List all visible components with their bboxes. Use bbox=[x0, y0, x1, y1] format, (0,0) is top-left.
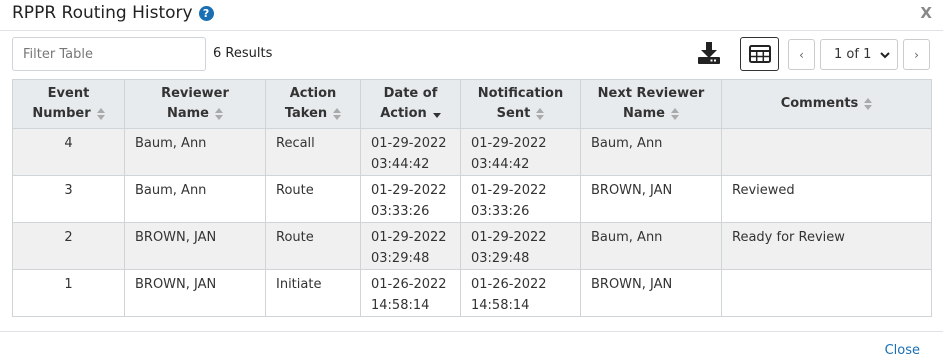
cell-reviewer-name: Baum, Ann bbox=[124, 175, 266, 223]
cell-action-taken: Route bbox=[265, 175, 361, 223]
column-header-reviewer-name[interactable]: Reviewer Name bbox=[124, 79, 266, 129]
cell-reviewer-name: BROWN, JAN bbox=[124, 222, 266, 270]
modal-header: RPPR Routing History ? X bbox=[0, 0, 943, 31]
sort-icon bbox=[333, 107, 342, 120]
cell-reviewer-name: Baum, Ann bbox=[124, 128, 266, 176]
column-header-action-taken[interactable]: Action Taken bbox=[265, 79, 361, 129]
modal-title: RPPR Routing History ? bbox=[12, 3, 214, 23]
chevron-left-icon: ‹ bbox=[799, 47, 804, 62]
cell-comments bbox=[721, 128, 932, 176]
close-icon[interactable]: X bbox=[920, 4, 932, 22]
next-page-button[interactable]: › bbox=[903, 39, 930, 70]
cell-notification-sent: 01-29-2022 03:44:42 bbox=[460, 128, 581, 176]
cell-event-number: 1 bbox=[12, 269, 125, 317]
cell-event-number: 3 bbox=[12, 175, 125, 223]
page-select[interactable]: 1 of 1 bbox=[820, 39, 898, 70]
table-row: 4 Baum, Ann Recall 01-29-2022 03:44:42 01… bbox=[12, 128, 932, 176]
close-button[interactable]: Close bbox=[885, 343, 920, 358]
cell-notification-sent: 01-26-2022 14:58:14 bbox=[460, 269, 581, 317]
sort-icon bbox=[536, 107, 545, 120]
cell-next-reviewer-name: BROWN, JAN bbox=[580, 269, 722, 317]
cell-reviewer-name: BROWN, JAN bbox=[124, 269, 266, 317]
page-select-value: 1 of 1 bbox=[834, 47, 872, 62]
column-header-comments[interactable]: Comments bbox=[721, 79, 932, 129]
sort-icon bbox=[864, 97, 873, 110]
cell-comments: Ready for Review bbox=[721, 222, 932, 270]
cell-next-reviewer-name: Baum, Ann bbox=[580, 128, 722, 176]
cell-comments: Reviewed bbox=[721, 175, 932, 223]
cell-event-number: 4 bbox=[12, 128, 125, 176]
routing-history-table: Event Number Reviewer Name Action Taken … bbox=[12, 79, 932, 317]
previous-page-button[interactable]: ‹ bbox=[788, 39, 815, 70]
sort-descending-icon bbox=[432, 112, 441, 118]
table-header-row: Event Number Reviewer Name Action Taken … bbox=[12, 79, 932, 129]
cell-comments bbox=[721, 269, 932, 317]
chevron-right-icon: › bbox=[914, 47, 919, 62]
column-chooser-button[interactable] bbox=[740, 37, 779, 71]
table-row: 3 Baum, Ann Route 01-29-2022 03:33:26 01-… bbox=[12, 175, 932, 223]
question-circle-icon[interactable]: ? bbox=[198, 5, 214, 21]
table-toolbar: 6 Results ‹ 1 of 1 › bbox=[0, 37, 943, 73]
table-row: 2 BROWN, JAN Route 01-29-2022 03:29:48 01… bbox=[12, 222, 932, 270]
cell-date-of-action: 01-26-2022 14:58:14 bbox=[360, 269, 461, 317]
cell-action-taken: Initiate bbox=[265, 269, 361, 317]
column-header-date-of-action[interactable]: Date of Action bbox=[360, 79, 461, 129]
cell-notification-sent: 01-29-2022 03:33:26 bbox=[460, 175, 581, 223]
page-title: RPPR Routing History bbox=[12, 3, 193, 23]
results-count: 6 Results bbox=[213, 46, 273, 61]
sort-icon bbox=[215, 107, 223, 120]
table-row: 1 BROWN, JAN Initiate 01-26-2022 14:58:14… bbox=[12, 269, 932, 317]
table-columns-icon bbox=[748, 45, 771, 63]
cell-action-taken: Route bbox=[265, 222, 361, 270]
download-icon[interactable] bbox=[696, 40, 722, 66]
sort-icon bbox=[96, 107, 105, 120]
cell-date-of-action: 01-29-2022 03:33:26 bbox=[360, 175, 461, 223]
cell-event-number: 2 bbox=[12, 222, 125, 270]
column-header-event-number[interactable]: Event Number bbox=[12, 79, 125, 129]
cell-date-of-action: 01-29-2022 03:29:48 bbox=[360, 222, 461, 270]
cell-next-reviewer-name: Baum, Ann bbox=[580, 222, 722, 270]
cell-next-reviewer-name: BROWN, JAN bbox=[580, 175, 722, 223]
column-header-next-reviewer-name[interactable]: Next Reviewer Name bbox=[580, 79, 722, 129]
modal-footer-divider bbox=[0, 331, 943, 332]
cell-notification-sent: 01-29-2022 03:29:48 bbox=[460, 222, 581, 270]
filter-table-input[interactable] bbox=[12, 37, 206, 71]
sort-icon bbox=[671, 107, 679, 120]
chevron-down-icon bbox=[880, 51, 890, 58]
cell-action-taken: Recall bbox=[265, 128, 361, 176]
column-header-notification-sent[interactable]: Notification Sent bbox=[460, 79, 581, 129]
cell-date-of-action: 01-29-2022 03:44:42 bbox=[360, 128, 461, 176]
